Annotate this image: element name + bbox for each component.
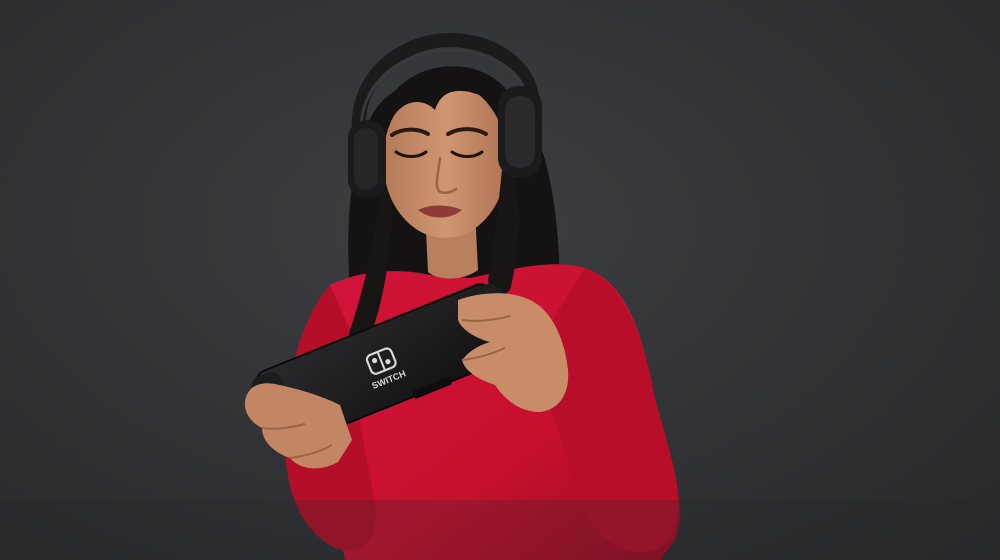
photo-frame: SWITCH bbox=[0, 0, 1000, 560]
bottom-shade bbox=[0, 500, 1000, 560]
photo-scene: SWITCH bbox=[0, 32, 1000, 560]
